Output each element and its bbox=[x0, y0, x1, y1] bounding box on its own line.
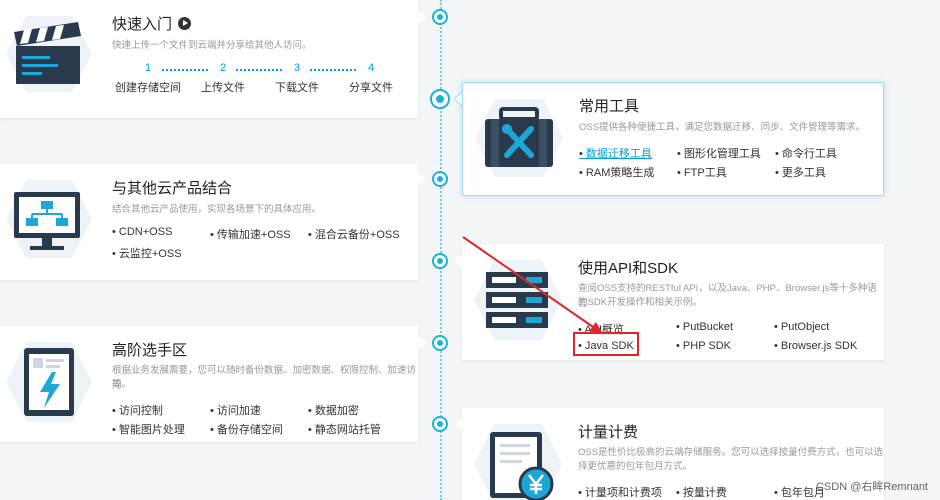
watermark: CSDN @右眸Remnant bbox=[815, 481, 928, 493]
java-sdk-highlight-box bbox=[573, 332, 639, 356]
annotation-arrow bbox=[462, 236, 603, 334]
